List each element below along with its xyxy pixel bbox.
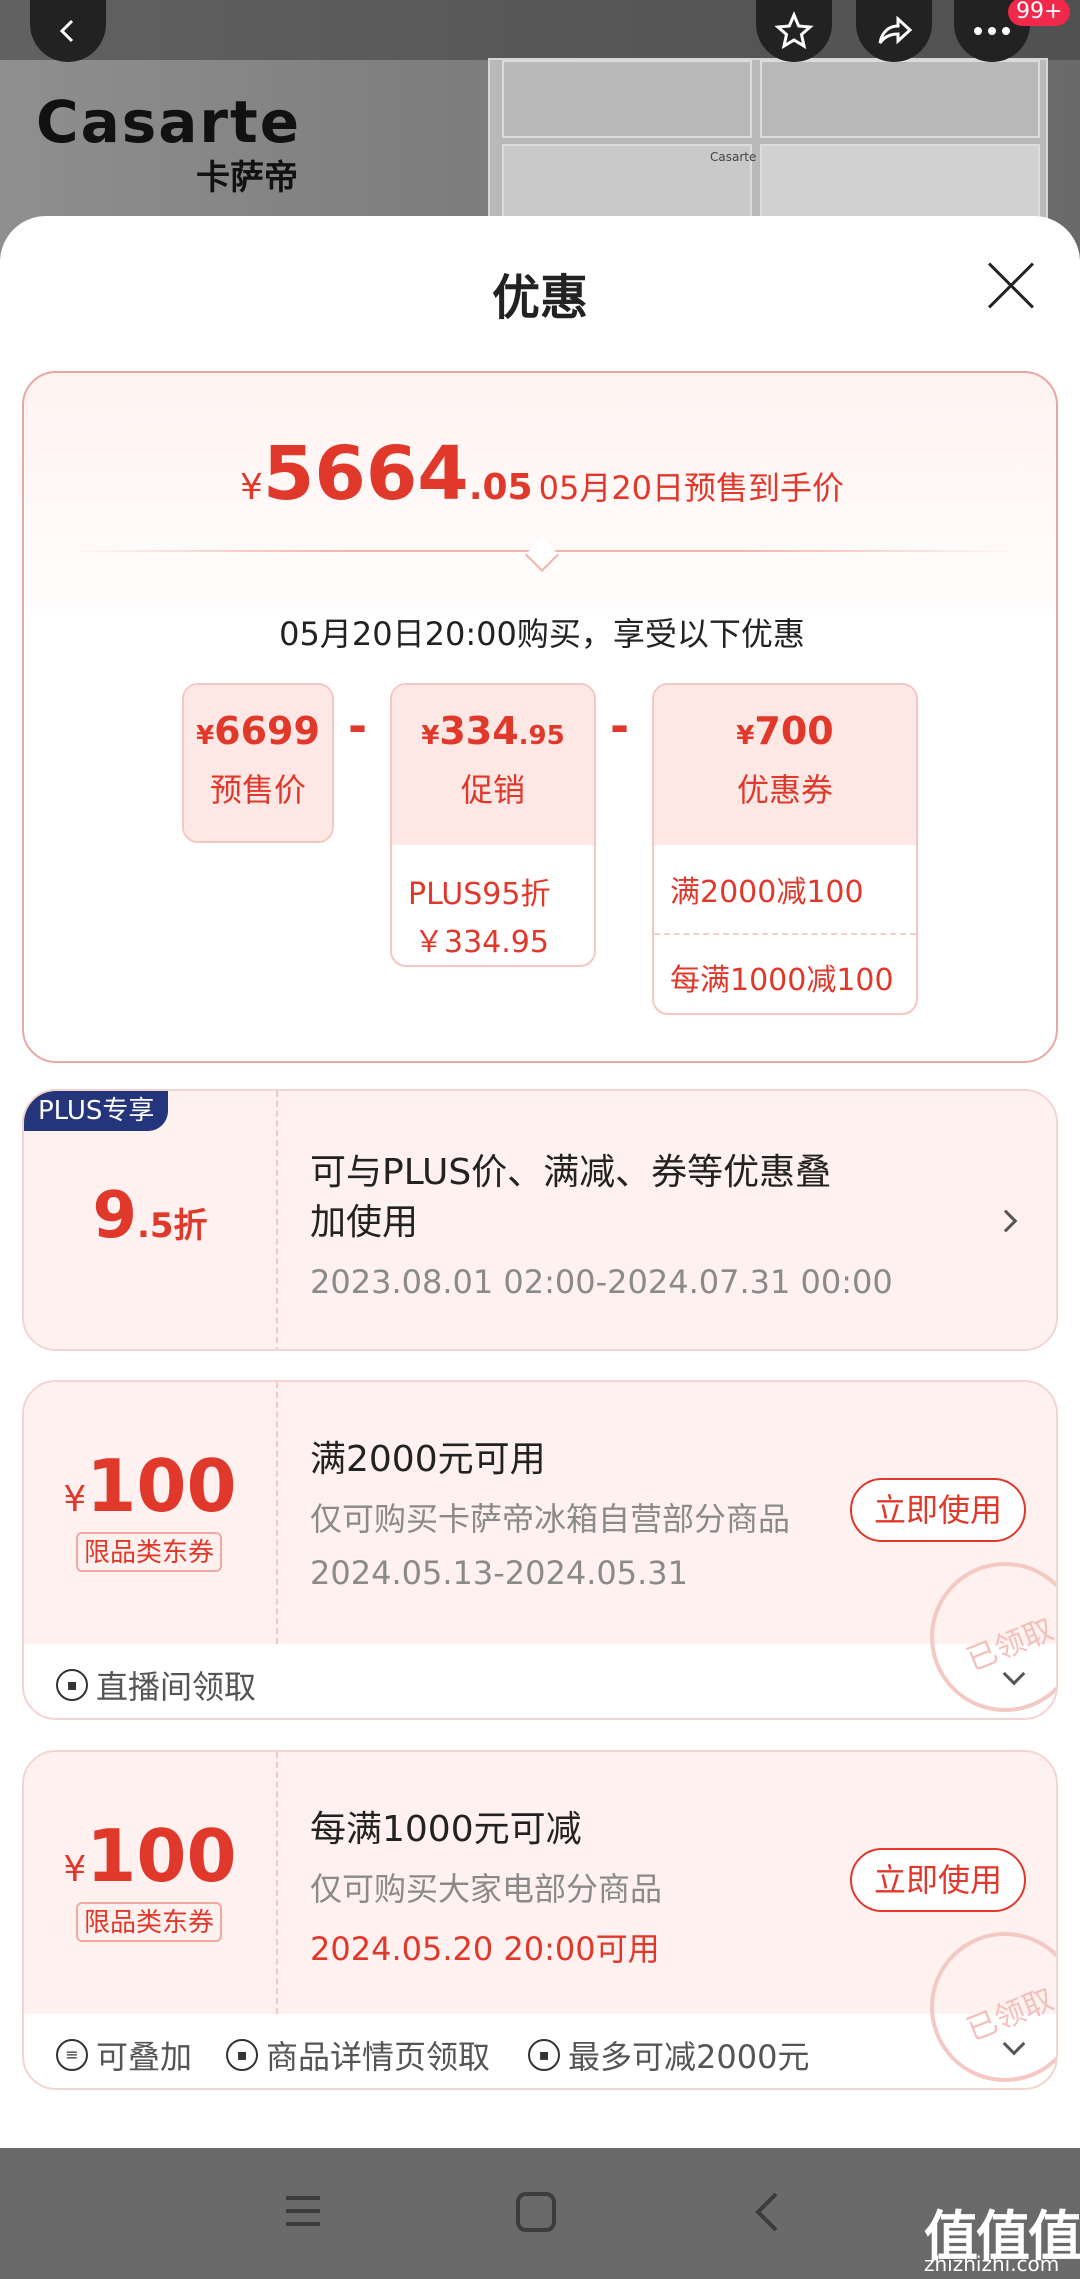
discount-sheet: 优惠 ¥5664.05 05月20日预售到手价 05月20日20:00购买，享受以… [0,216,1080,2148]
footer-item: ▪ 直播间领取 [56,1662,256,1708]
currency-symbol: ¥ [196,721,215,751]
coupon-validity: 2024.05.13-2024.05.31 [310,1554,688,1592]
fridge-brand-label: Casarte [710,150,757,164]
footer-item: ▪ 商品详情页领取 [226,2032,490,2078]
currency-symbol: ¥ [239,467,263,508]
price-summary-card: ¥5664.05 05月20日预售到手价 05月20日20:00购买，享受以下优惠… [22,371,1058,1063]
plus-card-title-1: 可与PLUS价、满减、券等优惠叠 [310,1152,832,1193]
coupon-scope: 仅可购买卡萨帝冰箱自营部分商品 [310,1500,791,1538]
coupon-card: ¥100 限品类东券 每满1000元可减 仅可购买大家电部分商品 2024.05… [22,1750,1058,2090]
category-coupon-tag: 限品类东券 [76,1532,223,1572]
coupon-validity: 2024.05.20 20:00可用 [310,1930,660,1968]
coupon-footer[interactable]: ▪ 直播间领取 [24,1644,1056,1718]
plus-discount-value: 9.5折 [24,1179,276,1253]
sheet-title: 优惠 [491,270,588,326]
currency-symbol: ¥ [63,1849,87,1890]
promo-detail-1: PLUS95折 [408,877,551,912]
ticket-icon: ▪ [56,1669,88,1701]
promo-label: 促销 [460,771,525,809]
plus-card-title-2: 加使用 [310,1202,419,1243]
promo-amount: 334 [439,709,519,753]
minus-sign: - [610,699,630,753]
promo-amount-dec: .95 [518,721,565,751]
promo-detail-2: ￥334.95元 [414,925,549,960]
star-icon [774,11,814,50]
footer-item: ▪ 最多可减2000元 [528,2032,809,2078]
coupon-card: ¥100 限品类东券 满2000元可用 仅可购买卡萨帝冰箱自营部分商品 2024… [22,1380,1058,1720]
plus-discount-int: 9 [92,1179,137,1253]
back-icon [59,19,74,43]
use-now-button[interactable]: 立即使用 [850,1478,1026,1542]
coupon-title: 每满1000元可减 [310,1809,582,1850]
more-icon [974,27,1010,35]
footer-item-text: 商品详情页领取 [266,2038,491,2076]
plus-tag: PLUS专享 [24,1091,169,1131]
promo-box: ¥334.95 促销 PLUS95折 ￥334.95元 [390,683,596,967]
footer-item-text: 最多可减2000元 [568,2038,810,2076]
ticket-icon: ▪ [226,2039,258,2071]
stack-icon: ≡ [56,2039,88,2071]
screen: Casarte Casarte 卡萨帝 99+ 优惠 ¥5664.05 05月20… [0,0,1080,2279]
coupon-amount: 700 [754,709,834,753]
ticket-icon: ▪ [528,2039,560,2071]
chevron-down-icon[interactable] [1002,1662,1026,1686]
menu-icon[interactable] [282,2190,324,2232]
currency-symbol: ¥ [736,721,755,751]
currency-symbol: ¥ [63,1479,87,1520]
message-badge: 99+ [1008,0,1071,26]
close-button[interactable] [986,260,1036,310]
coupon-title: 满2000元可用 [310,1439,546,1480]
chevron-down-icon[interactable] [1002,2032,1026,2056]
buy-time-line: 05月20日20:00购买，享受以下优惠 [279,615,805,653]
brand-logo-cn: 卡萨帝 [196,158,298,198]
use-now-button[interactable]: 立即使用 [850,1848,1026,1912]
presale-price-box: ¥6699 预售价 [182,683,334,843]
plus-card-date: 2023.08.01 02:00-2024.07.31 00:00 [310,1263,893,1301]
plus-discount-card[interactable]: PLUS专享 9.5折 可与PLUS价、满减、券等优惠叠 加使用 2023.08… [22,1089,1058,1351]
share-icon [878,15,913,45]
divider-notch [525,538,559,572]
coupon-detail-1: 满2000减100 [654,845,916,935]
home-icon[interactable] [514,2190,558,2234]
footer-item-text: 可叠加 [96,2038,193,2076]
coupon-box: ¥700 优惠券 满2000减100 每满1000减100 [652,683,918,1015]
final-price-int: 5664 [262,431,469,517]
final-price-dec: .05 [468,467,533,508]
brand-logo: Casarte [36,88,302,156]
plus-discount-dec: .5折 [136,1206,208,1246]
coupon-footer[interactable]: ≡ 可叠加 ▪ 商品详情页领取 ▪ 最多可减2000元 [24,2014,1056,2088]
watermark-url: zhizhizhi.com [924,2252,1060,2276]
coupon-detail-2: 每满1000减100 [670,963,894,998]
footer-item-text: 直播间领取 [96,1668,257,1706]
coupon-scope: 仅可购买大家电部分商品 [310,1870,663,1908]
currency-symbol: ¥ [421,721,440,751]
category-coupon-tag: 限品类东券 [76,1902,223,1942]
minus-sign: - [348,699,368,753]
nav-back-icon[interactable] [752,2190,782,2234]
final-price: ¥5664.05 05月20日预售到手价 [24,431,1060,517]
coupon-value: ¥100 [24,1814,276,1898]
coupon-amount: 100 [86,1444,237,1528]
presale-label: 预售价 [209,771,306,809]
footer-item: ≡ 可叠加 [56,2032,192,2078]
coupon-value: ¥100 [24,1444,276,1528]
coupon-amount: 100 [86,1814,237,1898]
final-price-desc: 05月20日预售到手价 [538,469,845,507]
coupon-label: 优惠券 [736,771,833,809]
presale-amount: 6699 [214,709,320,753]
